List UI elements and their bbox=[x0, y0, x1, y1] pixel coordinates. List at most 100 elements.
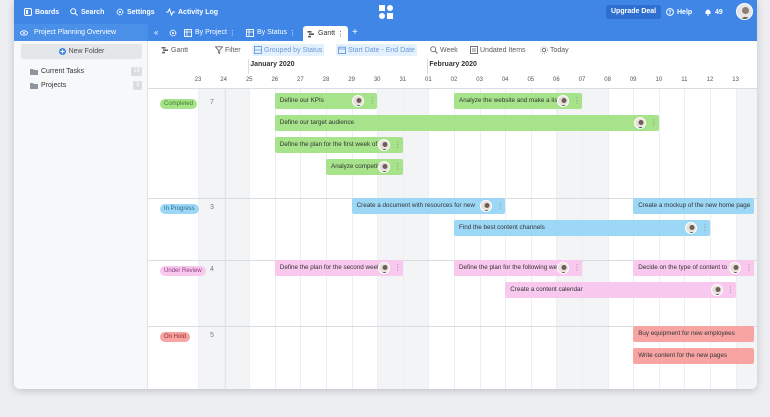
folder-icon bbox=[30, 68, 38, 75]
avatar-icon bbox=[381, 164, 388, 172]
task-bar[interactable]: Define our KPIs ⋮ bbox=[274, 93, 378, 109]
add-view-button[interactable]: + bbox=[352, 24, 358, 41]
day-column bbox=[223, 88, 250, 389]
day-label: 06 bbox=[553, 77, 560, 83]
avatar-icon bbox=[714, 287, 721, 295]
gantt-view-button[interactable]: Gantt bbox=[161, 41, 188, 59]
task-name: Create a mockup of the new home page bbox=[638, 202, 751, 209]
task-bar[interactable]: Create a mockup of the new home page bbox=[633, 198, 754, 214]
sidebar-item-projects[interactable]: Projects 3 bbox=[30, 79, 142, 91]
app-logo-icon[interactable] bbox=[378, 4, 394, 20]
assignee-avatar[interactable] bbox=[377, 161, 390, 173]
status-badge[interactable]: Completed bbox=[160, 99, 198, 109]
tab-by-status[interactable]: By Status ⋮ bbox=[246, 24, 296, 41]
user-avatar[interactable] bbox=[736, 3, 753, 20]
avatar-icon bbox=[740, 7, 751, 19]
day-label: 30 bbox=[373, 77, 381, 83]
day-column bbox=[479, 88, 506, 389]
tab-gantt-label: Gantt bbox=[318, 30, 336, 37]
task-bar[interactable]: Decide on the type of content to use ⋮ bbox=[633, 260, 754, 276]
assignee-avatar[interactable] bbox=[685, 222, 697, 234]
assignee-avatar[interactable] bbox=[728, 262, 741, 274]
settings-button[interactable]: Settings bbox=[116, 0, 155, 24]
task-bar[interactable]: Define the plan for the second week ⋮ bbox=[274, 260, 403, 276]
today-button[interactable]: Today bbox=[540, 41, 569, 59]
sidebar-item-count: 19 bbox=[131, 67, 142, 76]
search-button[interactable]: Search bbox=[70, 0, 104, 24]
week-label: Week bbox=[440, 46, 458, 54]
more-vertical-icon: ⋮ bbox=[228, 29, 236, 37]
task-bar[interactable]: Define our target audience ⋮ bbox=[274, 115, 659, 131]
status-badge[interactable]: On Hold bbox=[160, 332, 191, 342]
task-bar[interactable]: Create a document with resources for new… bbox=[351, 198, 506, 214]
task-menu-icon[interactable]: ⋮ bbox=[368, 93, 376, 109]
task-bar[interactable]: Analyze competitors ⋮ bbox=[326, 159, 403, 175]
task-bar[interactable]: Define the plan for the following week ⋮ bbox=[454, 260, 582, 276]
sidebar-item-count: 3 bbox=[133, 81, 142, 90]
boards-button[interactable]: Boards bbox=[24, 0, 59, 24]
task-bar[interactable]: Write content for the new pages bbox=[633, 348, 754, 364]
date-range-label: Start Date - End Date bbox=[348, 46, 415, 54]
day-label: 29 bbox=[348, 77, 355, 83]
group-by-button[interactable]: Grouped by Status bbox=[252, 44, 325, 56]
task-name: Define the plan for the first week of bbox=[279, 141, 378, 148]
view-settings-button[interactable] bbox=[169, 24, 177, 41]
collapse-sidebar-button[interactable]: « bbox=[154, 24, 158, 41]
filter-button[interactable]: Filter bbox=[215, 41, 241, 59]
task-bar[interactable]: Create a content calendar ⋮ bbox=[505, 282, 736, 298]
status-badge[interactable]: Under Review bbox=[160, 266, 206, 276]
task-bar[interactable]: Analyze the website and make a list ⋮ bbox=[454, 93, 582, 109]
assignee-avatar[interactable] bbox=[633, 117, 646, 129]
activity-log-button[interactable]: Activity Log bbox=[166, 0, 218, 24]
assignee-avatar[interactable] bbox=[352, 95, 365, 107]
task-name: Find the best content channels bbox=[459, 224, 545, 231]
assignee-avatar[interactable] bbox=[557, 262, 569, 274]
avatar-icon bbox=[561, 98, 567, 106]
group-task-count: 7 bbox=[210, 99, 214, 106]
sidebar-item-current-tasks[interactable]: Current Tasks 19 bbox=[30, 65, 142, 77]
task-name: Define the plan for the following week bbox=[459, 264, 564, 271]
group-by-label: Grouped by Status bbox=[264, 46, 323, 54]
table-icon bbox=[246, 28, 254, 37]
date-range-button[interactable]: Start Date - End Date bbox=[336, 44, 417, 56]
notifications-button[interactable]: 49 bbox=[704, 0, 723, 24]
task-bar[interactable]: Buy equipment for new employees bbox=[633, 326, 754, 342]
task-menu-icon[interactable]: ⋮ bbox=[727, 282, 735, 298]
day-column bbox=[658, 88, 685, 389]
day-label: 11 bbox=[681, 77, 688, 83]
status-badge[interactable]: In Progress bbox=[160, 204, 199, 214]
assignee-avatar[interactable] bbox=[710, 284, 723, 296]
task-bar[interactable]: Find the best content channels ⋮ bbox=[454, 220, 710, 236]
task-menu-icon[interactable]: ⋮ bbox=[573, 260, 581, 276]
filter-label: Filter bbox=[225, 46, 241, 54]
task-bar[interactable]: Define the plan for the first week of ⋮ bbox=[274, 137, 403, 153]
folder-icon bbox=[30, 82, 38, 89]
assignee-avatar[interactable] bbox=[377, 139, 390, 151]
task-menu-icon[interactable]: ⋮ bbox=[394, 137, 402, 153]
filter-icon bbox=[215, 46, 223, 54]
project-title-tab[interactable]: Project Planning Overview bbox=[14, 24, 148, 41]
task-name: Buy equipment for new employees bbox=[638, 330, 735, 337]
task-menu-icon[interactable]: ⋮ bbox=[496, 198, 504, 214]
task-menu-icon[interactable]: ⋮ bbox=[701, 220, 709, 236]
help-button[interactable]: ? Help bbox=[666, 0, 692, 24]
assignee-avatar[interactable] bbox=[377, 262, 390, 274]
gantt-icon bbox=[307, 30, 314, 37]
task-menu-icon[interactable]: ⋮ bbox=[745, 260, 753, 276]
task-menu-icon[interactable]: ⋮ bbox=[394, 260, 402, 276]
help-icon: ? bbox=[666, 8, 674, 16]
bell-icon bbox=[705, 9, 711, 16]
tab-gantt[interactable]: Gantt ⋮ bbox=[303, 26, 349, 41]
assignee-avatar[interactable] bbox=[480, 200, 493, 212]
week-zoom-button[interactable]: Week bbox=[430, 41, 458, 59]
tab-by-status-label: By Status bbox=[257, 29, 287, 36]
task-menu-icon[interactable]: ⋮ bbox=[650, 115, 658, 131]
assignee-avatar[interactable] bbox=[557, 95, 569, 107]
undated-items-button[interactable]: Undated Items bbox=[470, 41, 526, 59]
day-column bbox=[735, 88, 757, 389]
tab-by-project[interactable]: By Project ⋮ bbox=[184, 24, 236, 41]
task-menu-icon[interactable]: ⋮ bbox=[573, 93, 581, 109]
new-folder-button[interactable]: New Folder bbox=[21, 44, 142, 59]
task-menu-icon[interactable]: ⋮ bbox=[394, 159, 402, 175]
upgrade-deal-button[interactable]: Upgrade Deal bbox=[606, 5, 662, 19]
